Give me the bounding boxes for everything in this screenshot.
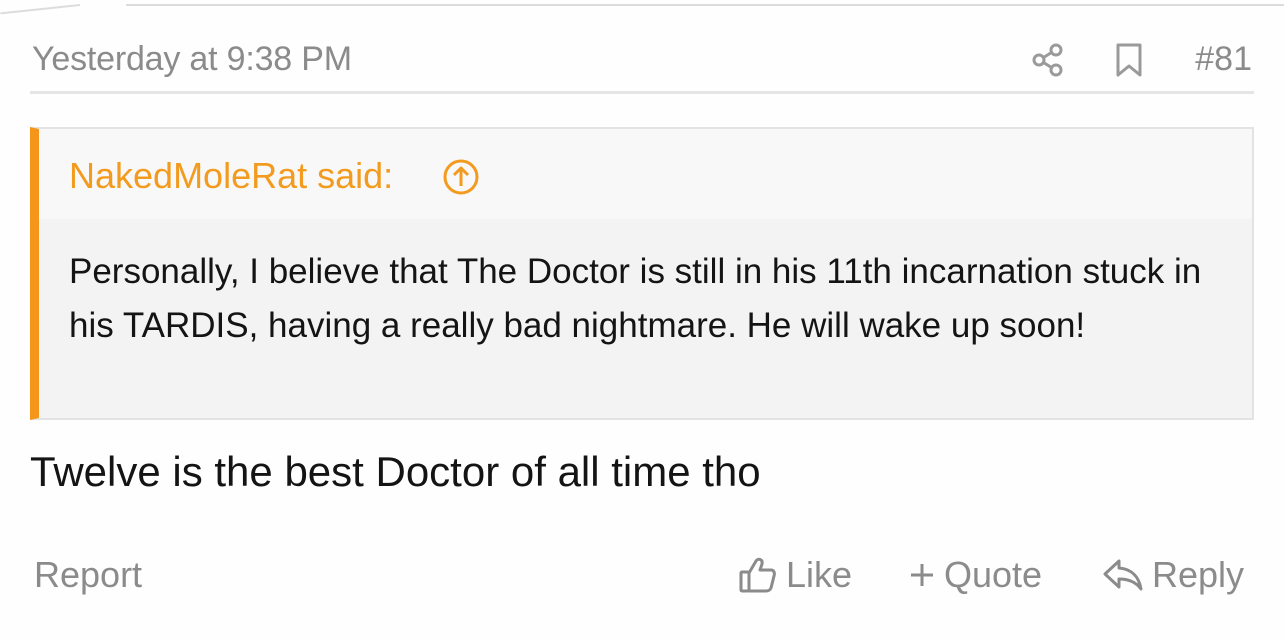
reply-button[interactable]: Reply (1102, 554, 1244, 596)
like-label: Like (786, 554, 853, 595)
post-timestamp[interactable]: Yesterday at 9:38 PM (32, 40, 352, 79)
report-button[interactable]: Report (34, 554, 142, 596)
post-header: Yesterday at 9:38 PM #81 (30, 36, 1254, 94)
quote-button[interactable]: Quote (908, 554, 1042, 596)
thumbs-up-icon (739, 557, 776, 593)
reply-label: Reply (1152, 554, 1245, 595)
quote-block: NakedMoleRat said: Personally, I believe… (30, 127, 1254, 420)
quote-label: Quote (944, 554, 1043, 595)
arrow-up-circle-icon[interactable] (441, 157, 481, 197)
post-number[interactable]: #81 (1195, 40, 1252, 79)
reply-arrow-icon (1103, 559, 1143, 591)
like-button[interactable]: Like (738, 554, 852, 596)
post-actions: Report Like Quote Reply (0, 550, 1284, 606)
quote-author[interactable]: NakedMoleRat said: (69, 155, 393, 197)
post-message: Twelve is the best Doctor of all time th… (30, 448, 761, 495)
quote-header: NakedMoleRat said: (39, 129, 1252, 219)
plus-icon (911, 564, 933, 586)
bookmark-icon[interactable] (1112, 42, 1146, 78)
share-icon[interactable] (1030, 42, 1066, 78)
quote-text: Personally, I believe that The Doctor is… (69, 252, 1202, 345)
top-edge-divider (0, 0, 1284, 15)
